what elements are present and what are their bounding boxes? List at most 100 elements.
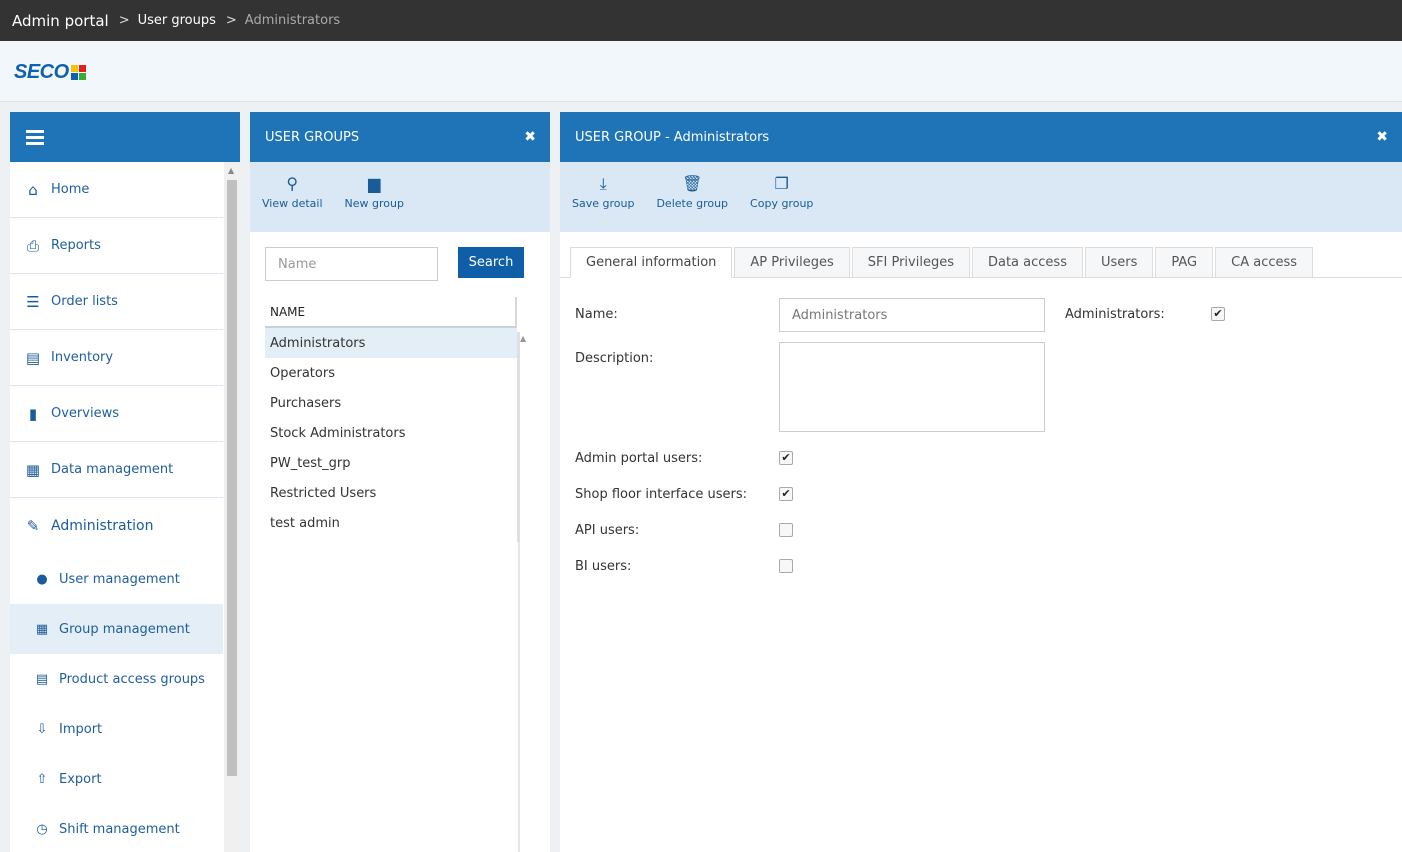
sidebar-scrollbar[interactable]: ▲: [224, 162, 240, 852]
user-groups-panel: USER GROUPS ✖ ⚲ View detail ▆ New group …: [250, 112, 550, 852]
new-group-button[interactable]: ▆ New group: [345, 174, 404, 210]
sidebar-item-administration[interactable]: ✎ Administration: [10, 498, 223, 554]
breadcrumb-user-groups[interactable]: User groups: [138, 13, 216, 28]
administrators-checkbox[interactable]: [1211, 307, 1225, 321]
close-icon[interactable]: ✖: [524, 129, 536, 145]
shop-floor-users-checkbox[interactable]: [779, 487, 793, 501]
panel-title: USER GROUPS: [265, 129, 360, 145]
search-icon: ⚲: [286, 174, 299, 193]
breadcrumb-separator: >: [225, 13, 237, 28]
sidebar-item-overviews[interactable]: ▮ Overviews: [10, 386, 223, 442]
sidebar-item-data-management[interactable]: ▦ Data management: [10, 442, 223, 498]
group-table: NAME Administrators Operators Purchasers…: [265, 297, 535, 538]
sidebar-item-inventory[interactable]: ▤ Inventory: [10, 330, 223, 386]
sidebar-subitem-user-management[interactable]: ● User management: [10, 554, 223, 604]
sidebar-item-label: Administration: [51, 518, 154, 534]
new-file-icon: ▆: [368, 174, 381, 193]
sidebar-item-label: Inventory: [51, 350, 114, 365]
search-button[interactable]: Search: [458, 247, 524, 278]
view-detail-button[interactable]: ⚲ View detail: [262, 174, 323, 210]
tab-ca-access[interactable]: CA access: [1215, 247, 1314, 278]
table-scrollbar[interactable]: [517, 332, 520, 542]
name-field[interactable]: Administrators: [779, 298, 1045, 332]
user-group-detail-panel: USER GROUP - Administrators ✖ ⤓ Save gro…: [560, 112, 1402, 852]
tab-sfi-privileges[interactable]: SFI Privileges: [851, 247, 970, 278]
copy-group-button[interactable]: ❐ Copy group: [750, 174, 813, 210]
save-group-button[interactable]: ⤓ Save group: [572, 174, 634, 210]
bar-chart-icon: ▮: [28, 404, 38, 423]
tab-general-information[interactable]: General information: [570, 247, 733, 278]
trash-icon: 🗑: [682, 174, 703, 193]
search-input[interactable]: [265, 247, 438, 281]
scroll-up-arrow-icon[interactable]: ▲: [228, 166, 234, 175]
wrench-icon: ✎: [26, 517, 40, 535]
tab-pag[interactable]: PAG: [1155, 247, 1214, 278]
column-header-name[interactable]: NAME: [265, 297, 517, 328]
group-detail-toolbar: ⤓ Save group 🗑 Delete group ❐ Copy group: [560, 162, 1402, 232]
sidebar-item-reports[interactable]: ⎙ Reports: [10, 218, 223, 274]
sidebar-subitem-label: Product access groups: [59, 671, 205, 687]
table-row[interactable]: Restricted Users: [265, 478, 517, 508]
admin-portal-users-checkbox[interactable]: [779, 451, 793, 465]
logo-text: SECO: [14, 61, 69, 83]
sidebar-subitem-label: User management: [59, 571, 180, 587]
table-row[interactable]: Stock Administrators: [265, 418, 517, 448]
tab-data-access[interactable]: Data access: [971, 247, 1083, 278]
sidebar-item-label: Data management: [51, 462, 174, 477]
close-icon[interactable]: ✖: [1376, 129, 1388, 145]
tab-ap-privileges[interactable]: AP Privileges: [734, 247, 850, 278]
document-list-icon: ▤: [35, 671, 49, 687]
sidebar-subitem-label: Import: [59, 721, 103, 737]
description-label: Description:: [575, 351, 654, 366]
api-users-checkbox[interactable]: [779, 523, 793, 537]
sidebar: ⌂ Home ⎙ Reports ☰ Order lists ▤ Invento…: [10, 112, 240, 852]
checkbox-label: API users:: [575, 523, 640, 538]
sidebar-item-order-lists[interactable]: ☰ Order lists: [10, 274, 223, 330]
printer-icon: ⎙: [26, 236, 39, 255]
logo-color-squares: [70, 64, 86, 80]
sidebar-subitem-label: Shift management: [59, 821, 180, 837]
download-icon: ⤓: [599, 174, 607, 193]
grid-icon: ▦: [35, 621, 49, 637]
breadcrumb-root[interactable]: Admin portal: [12, 12, 109, 30]
name-label: Name:: [575, 307, 618, 322]
table-row[interactable]: test admin: [265, 508, 517, 538]
table-row[interactable]: Purchasers: [265, 388, 517, 418]
checkbox-label: Shop floor interface users:: [575, 487, 748, 502]
description-field[interactable]: [779, 342, 1045, 432]
scroll-up-arrow-icon[interactable]: ▲: [520, 334, 526, 343]
panel-title: USER GROUP - Administrators: [575, 129, 770, 145]
table-row[interactable]: Administrators: [265, 328, 517, 358]
sidebar-subitem-shift-management[interactable]: ◷ Shift management: [10, 804, 223, 852]
sidebar-subitem-product-access-groups[interactable]: ▤ Product access groups: [10, 654, 223, 704]
scrollbar-thumb[interactable]: [227, 180, 237, 776]
import-icon: ⇩: [36, 721, 48, 737]
sidebar-subitem-label: Export: [59, 771, 102, 787]
tool-label: Copy group: [750, 197, 814, 210]
sidebar-item-label: Reports: [51, 238, 101, 253]
briefcase-icon: ▦: [25, 460, 41, 479]
table-row[interactable]: Operators: [265, 358, 517, 388]
seco-logo[interactable]: SECO: [14, 61, 86, 83]
bi-users-checkbox[interactable]: [779, 559, 793, 573]
sidebar-subitem-export[interactable]: ⇧ Export: [10, 754, 223, 804]
sidebar-menu: ⌂ Home ⎙ Reports ☰ Order lists ▤ Invento…: [10, 162, 223, 852]
sidebar-header: [10, 112, 240, 162]
checkbox-label: Admin portal users:: [575, 451, 703, 466]
tool-label: New group: [344, 197, 404, 210]
tool-label: Save group: [572, 197, 635, 210]
sidebar-subitem-import[interactable]: ⇩ Import: [10, 704, 223, 754]
tab-users[interactable]: Users: [1084, 247, 1154, 278]
list-icon: ☰: [26, 292, 40, 311]
hamburger-menu-icon[interactable]: [26, 127, 44, 148]
breadcrumb-current: Administrators: [244, 13, 341, 28]
table-row[interactable]: PW_test_grp: [265, 448, 517, 478]
sidebar-subitem-group-management[interactable]: ▦ Group management: [10, 604, 223, 654]
delete-group-button[interactable]: 🗑 Delete group: [656, 174, 728, 210]
copy-icon: ❐: [774, 174, 789, 193]
search-row: Search: [265, 247, 524, 281]
divider: [518, 542, 520, 852]
sidebar-item-home[interactable]: ⌂ Home: [10, 162, 223, 218]
sidebar-item-label: Order lists: [51, 294, 118, 309]
tool-label: Delete group: [656, 197, 729, 210]
